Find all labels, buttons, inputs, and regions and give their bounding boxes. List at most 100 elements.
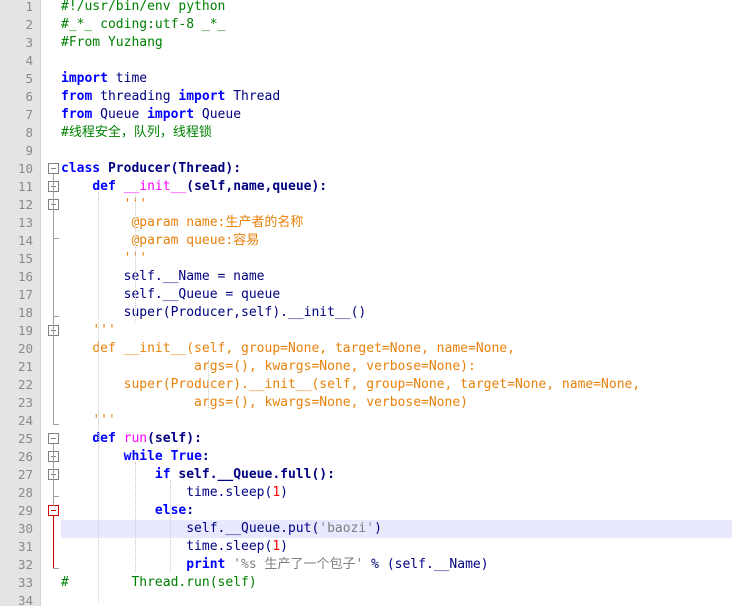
fold-line	[53, 174, 54, 424]
code-line[interactable]: print '%s 生产了一个包子' % (self.__Name)	[61, 556, 489, 574]
code-line[interactable]: args=(), kwargs=None, verbose=None):	[61, 358, 476, 376]
code-line[interactable]: def run(self):	[61, 430, 202, 448]
code-line[interactable]: else:	[61, 502, 194, 520]
indent-guide	[170, 480, 171, 572]
line-number: 31	[17, 539, 33, 554]
code-line[interactable]: def __init__(self,name,queue):	[61, 178, 327, 196]
line-number: 7	[25, 107, 33, 122]
line-number: 15	[17, 251, 33, 266]
indent-guide	[208, 360, 209, 408]
code-token: args=(), kwargs=None, verbose=None)	[92, 395, 468, 410]
code-line[interactable]: #From Yuzhang	[61, 34, 163, 52]
code-line[interactable]: class Producer(Thread):	[61, 160, 241, 178]
line-number: 28	[17, 485, 33, 500]
line-number: 30	[17, 521, 33, 536]
code-line[interactable]: '''	[61, 412, 115, 430]
code-token: Queue	[92, 107, 148, 122]
line-number: 13	[17, 215, 33, 230]
code-token: threading	[92, 89, 179, 104]
code-token: (Thread):	[170, 161, 242, 176]
line-number: 5	[25, 71, 33, 86]
fold-toggle-icon[interactable]	[48, 505, 59, 516]
line-number: 19	[17, 323, 33, 338]
code-token: (self,name,queue):	[186, 179, 328, 194]
fold-end-tick	[53, 316, 59, 317]
line-number: 34	[17, 593, 33, 606]
fold-end-tick	[53, 424, 59, 425]
code-line[interactable]: #!/usr/bin/env python	[61, 0, 225, 16]
code-line[interactable]: @param queue:容易	[61, 232, 259, 250]
code-line[interactable]: from threading import Thread	[61, 88, 280, 106]
line-number: 16	[17, 269, 33, 284]
code-token: @param name:生产者的名称	[123, 215, 304, 230]
fold-toggle-icon[interactable]	[48, 433, 59, 444]
code-token: time.sleep(	[61, 485, 273, 500]
code-token: Queue	[194, 107, 242, 122]
line-number: 25	[17, 431, 33, 446]
code-line[interactable]: self.__Queue = queue	[61, 286, 281, 304]
code-token: Producer	[100, 161, 171, 176]
code-token: (self):	[147, 431, 202, 446]
fold-toggle-icon[interactable]	[48, 163, 59, 174]
code-token: print	[186, 557, 226, 572]
line-number: 11	[17, 179, 33, 194]
code-editor[interactable]: #!/usr/bin/env python #_*_ coding:utf-8 _…	[0, 0, 732, 606]
code-line[interactable]: import time	[61, 70, 147, 88]
code-token: import	[61, 71, 108, 86]
code-line[interactable]: #_*_ coding:utf-8 _*_	[61, 16, 225, 34]
code-token: 1	[272, 539, 281, 554]
code-line[interactable]: super(Producer).__init__(self, group=Non…	[61, 376, 641, 394]
line-number: 27	[17, 467, 33, 482]
code-line[interactable]: # Thread.run(self)	[61, 574, 257, 592]
code-line[interactable]: args=(), kwargs=None, verbose=None)	[61, 394, 468, 412]
line-number: 8	[25, 125, 33, 140]
line-number: 17	[17, 287, 33, 302]
code-token: import	[147, 107, 195, 122]
code-token: '''	[92, 323, 116, 338]
fold-end-tick	[53, 496, 59, 497]
line-number: 9	[25, 143, 33, 158]
code-token: # Thread.run(self)	[61, 575, 257, 590]
code-line[interactable]: self.__Queue.put('baozi')	[61, 520, 382, 538]
line-number: 29	[17, 503, 33, 518]
code-token: if	[154, 467, 171, 482]
code-token: % (self.__Name)	[363, 557, 489, 572]
line-number: 2	[25, 17, 33, 32]
code-token: def	[92, 179, 116, 194]
code-token: )	[374, 521, 382, 536]
code-line[interactable]: #线程安全，队列，线程锁	[61, 124, 212, 142]
code-token: #_*_ coding:utf-8 _*_	[61, 17, 226, 32]
code-line[interactable]: if self.__Queue.full():	[61, 466, 335, 484]
code-token: self.__Queue.full():	[170, 467, 335, 482]
code-line[interactable]: time.sleep(1)	[61, 484, 288, 502]
fold-line	[53, 516, 54, 568]
line-number: 32	[17, 557, 33, 572]
code-token: self.__Name = name	[61, 269, 265, 284]
line-number: 21	[17, 359, 33, 374]
code-token: 'baozi'	[319, 521, 375, 536]
code-line[interactable]: time.sleep(1)	[61, 538, 288, 556]
code-line[interactable]: super(Producer,self).__init__()	[61, 304, 367, 322]
line-number: 4	[25, 53, 33, 68]
code-token: from	[61, 89, 93, 104]
code-token: args=(), kwargs=None, verbose=None):	[92, 359, 476, 374]
code-line[interactable]: '''	[61, 322, 116, 340]
code-token: :	[186, 503, 195, 518]
code-token: super(Producer).__init__(self, group=Non…	[92, 377, 641, 392]
code-line[interactable]: from Queue import Queue	[61, 106, 241, 124]
code-token: import	[178, 89, 226, 104]
indent-guide	[98, 192, 99, 602]
code-line[interactable]: self.__Name = name	[61, 268, 265, 286]
code-line[interactable]: def __init__(self, group=None, target=No…	[61, 340, 515, 358]
line-number: 18	[17, 305, 33, 320]
